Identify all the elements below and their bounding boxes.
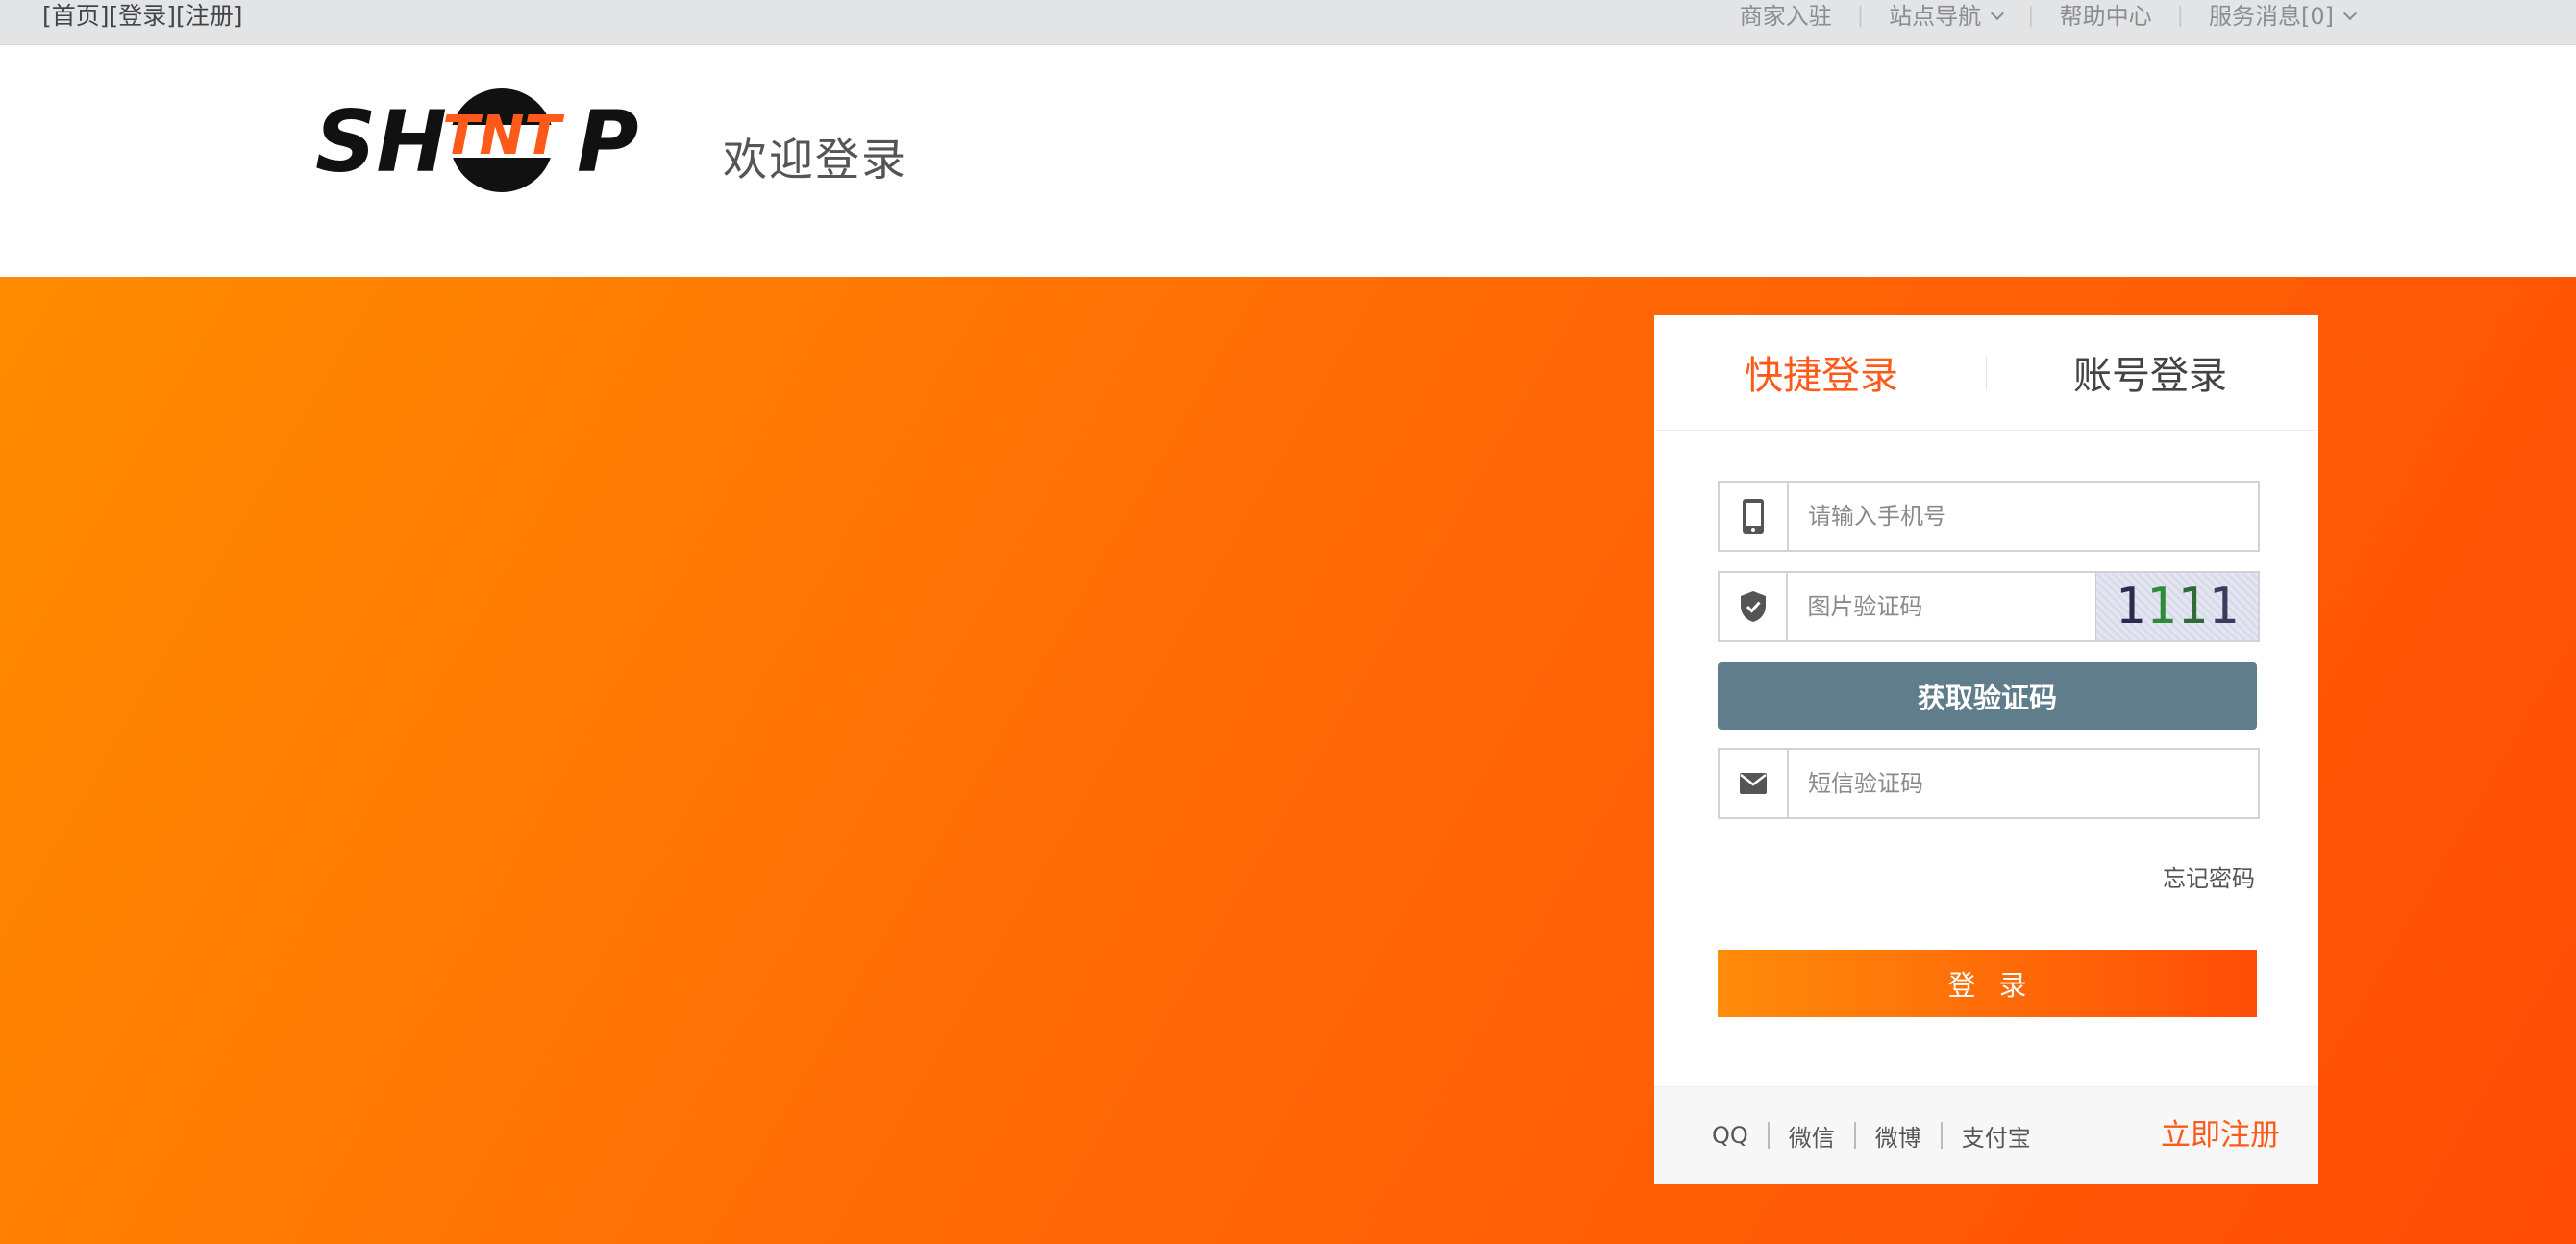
register-now-link[interactable]: 立即注册 — [2161, 1087, 2280, 1183]
divider: | — [2027, 4, 2035, 28]
top-bar: [首页][登录][注册] 商家入驻 | 站点导航 | 帮助中心 | 服务消息[0… — [0, 0, 2576, 45]
mail-icon — [1720, 750, 1789, 817]
phone-input[interactable] — [1789, 485, 2258, 548]
get-code-button[interactable]: 获取验证码 — [1718, 662, 2257, 730]
phone-icon — [1720, 483, 1789, 550]
home-link[interactable]: [首页] — [42, 2, 110, 30]
divider: | — [2176, 4, 2184, 28]
logo-text-mid: TNT — [442, 105, 564, 167]
phone-field — [1718, 481, 2260, 552]
merchant-link[interactable]: 商家入驻 — [1740, 1, 1832, 32]
sms-code-input[interactable] — [1789, 752, 2258, 815]
site-nav-dropdown[interactable]: 站点导航 — [1889, 1, 2005, 32]
top-right-menu: 商家入驻 | 站点导航 | 帮助中心 | 服务消息[0] — [1740, 0, 2358, 33]
weibo-login-link[interactable]: 微博 — [1875, 1119, 1921, 1153]
tab-quick-login[interactable]: 快捷登录 — [1745, 344, 1898, 400]
wechat-login-link[interactable]: 微信 — [1789, 1119, 1835, 1153]
social-logins: QQ 微信 微博 支付宝 — [1712, 1087, 2031, 1183]
header: SH TNT P 欢迎登录 — [0, 46, 2576, 277]
tab-divider — [1986, 356, 1987, 390]
tab-account-login[interactable]: 账号登录 — [2073, 344, 2227, 400]
captcha-image[interactable]: 1111 — [2095, 573, 2258, 640]
login-tabs: 快捷登录 账号登录 — [1654, 315, 2318, 431]
chevron-down-icon — [1991, 6, 2005, 21]
login-link[interactable]: [登录] — [110, 2, 177, 30]
register-link[interactable]: [注册] — [176, 2, 243, 30]
welcome-title: 欢迎登录 — [723, 134, 907, 186]
divider — [1767, 1122, 1770, 1149]
login-button[interactable]: 登录 — [1718, 950, 2257, 1017]
alipay-login-link[interactable]: 支付宝 — [1962, 1119, 2031, 1153]
site-logo[interactable]: SH TNT P — [315, 88, 646, 194]
top-links: [首页][登录][注册] — [42, 0, 243, 33]
captcha-input[interactable] — [1788, 575, 2096, 638]
divider — [1853, 1122, 1856, 1149]
captcha-field: 1111 — [1718, 571, 2260, 642]
divider: | — [1856, 4, 1865, 28]
logo-text-right: P — [577, 92, 639, 191]
service-messages-dropdown[interactable]: 服务消息[0] — [2209, 1, 2358, 32]
logo-text-left: SH — [315, 92, 447, 191]
help-center-link[interactable]: 帮助中心 — [2060, 1, 2152, 32]
chevron-down-icon — [2342, 6, 2358, 21]
shield-icon — [1720, 573, 1789, 640]
sms-field — [1718, 748, 2260, 819]
login-card: 快捷登录 账号登录 1111 获取验证码 — [1654, 315, 2318, 1184]
divider — [1940, 1122, 1943, 1149]
card-footer: QQ 微信 微博 支付宝 立即注册 — [1654, 1086, 2318, 1184]
forgot-password-link[interactable]: 忘记密码 — [2163, 859, 2255, 893]
qq-login-link[interactable]: QQ — [1712, 1122, 1748, 1149]
